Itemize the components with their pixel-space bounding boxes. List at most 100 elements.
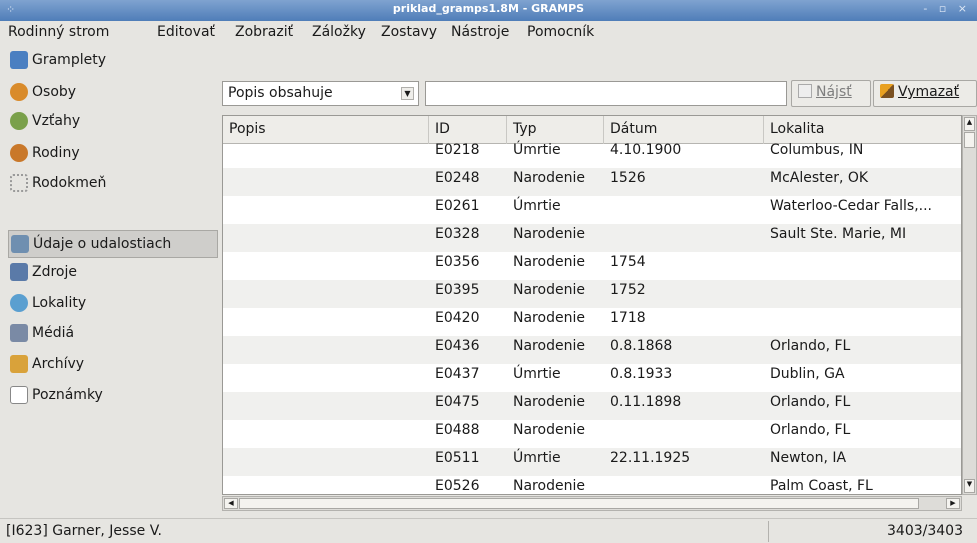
cell-lokalita: Palm Coast, FL xyxy=(770,478,873,494)
cell-id: E0328 xyxy=(435,226,480,242)
cell-typ: Úmrtie xyxy=(513,142,561,158)
cell-typ: Narodenie xyxy=(513,394,585,410)
vertical-scrollbar[interactable]: ▲ ▼ xyxy=(962,115,977,495)
sidebar-item-rodokmen[interactable]: Rodokmeň xyxy=(10,169,106,197)
cell-id: E0526 xyxy=(435,478,480,494)
cell-id: E0395 xyxy=(435,282,480,298)
menu-zostavy[interactable]: Zostavy xyxy=(381,24,437,40)
sidebar-item-media[interactable]: Médiá xyxy=(10,319,74,347)
cell-id: E0437 xyxy=(435,366,480,382)
cell-typ: Narodenie xyxy=(513,310,585,326)
cell-popis xyxy=(223,168,429,196)
sidebar-item-archivy[interactable]: Archívy xyxy=(10,350,84,378)
cell-id: E0218 xyxy=(435,142,480,158)
cell-id: E0356 xyxy=(435,254,480,270)
notes-icon xyxy=(10,386,28,404)
table-row[interactable]: E0248 Narodenie 1526 McAlester, OK xyxy=(223,168,961,196)
events-icon xyxy=(11,235,29,253)
cell-typ: Narodenie xyxy=(513,338,585,354)
table-row[interactable]: E0436 Narodenie 0.8.1868 Orlando, FL xyxy=(223,336,961,364)
sidebar-item-gramplety[interactable]: Gramplety xyxy=(10,46,106,74)
table-row[interactable]: E0420 Narodenie 1718 xyxy=(223,308,961,336)
cell-datum: 4.10.1900 xyxy=(610,142,682,158)
table-row[interactable]: E0218 Úmrtie 4.10.1900 Columbus, IN xyxy=(223,140,961,168)
scroll-down-icon[interactable]: ▼ xyxy=(964,479,975,493)
cell-datum xyxy=(604,224,764,252)
sidebar-item-label: Lokality xyxy=(32,295,87,311)
cell-datum xyxy=(604,196,764,224)
cell-datum: 0.8.1868 xyxy=(610,338,673,354)
table-row[interactable]: E0356 Narodenie 1754 xyxy=(223,252,961,280)
sidebar-item-label: Zdroje xyxy=(32,264,77,280)
sidebar-item-osoby[interactable]: Osoby xyxy=(10,78,76,106)
cell-datum xyxy=(604,476,764,494)
cell-datum: 1526 xyxy=(610,170,646,186)
table-row[interactable]: E0475 Narodenie 0.11.1898 Orlando, FL xyxy=(223,392,961,420)
cell-popis xyxy=(223,476,429,494)
cell-datum: 1754 xyxy=(610,254,646,270)
sidebar-item-label: Médiá xyxy=(32,325,75,341)
cell-datum: 0.8.1933 xyxy=(610,366,673,382)
cell-popis xyxy=(223,308,429,336)
table-row[interactable]: E0437 Úmrtie 0.8.1933 Dublin, GA xyxy=(223,364,961,392)
menu-zobrazit[interactable]: Zobraziť xyxy=(235,24,293,40)
cell-typ: Úmrtie xyxy=(513,366,561,382)
clear-button[interactable]: Vymazať xyxy=(873,80,977,107)
sidebar-item-udaje-o-udalostiach[interactable]: Údaje o udalostiach xyxy=(8,230,218,258)
search-input[interactable] xyxy=(425,81,787,106)
cell-popis xyxy=(223,196,429,224)
table-row[interactable]: E0261 Úmrtie Waterloo-Cedar Falls,... xyxy=(223,196,961,224)
scroll-left-icon[interactable]: ◀ xyxy=(224,498,238,509)
table-row[interactable]: E0488 Narodenie Orlando, FL xyxy=(223,420,961,448)
clear-button-label: Vymazať xyxy=(898,84,960,100)
sidebar-item-zdroje[interactable]: Zdroje xyxy=(10,258,77,286)
cell-lokalita xyxy=(764,280,961,308)
cell-popis xyxy=(223,252,429,280)
chevron-down-icon[interactable]: ▼ xyxy=(401,87,414,100)
table-row[interactable]: E0526 Narodenie Palm Coast, FL xyxy=(223,476,961,494)
cell-datum xyxy=(604,420,764,448)
cell-lokalita: Waterloo-Cedar Falls,... xyxy=(770,198,932,214)
sidebar-item-label: Údaje o udalostiach xyxy=(33,236,172,252)
table-row[interactable]: E0328 Narodenie Sault Ste. Marie, MI xyxy=(223,224,961,252)
sidebar-item-poznamky[interactable]: Poznámky xyxy=(10,381,103,409)
cell-popis xyxy=(223,392,429,420)
sidebar-item-label: Osoby xyxy=(32,84,77,100)
table-row[interactable]: E0395 Narodenie 1752 xyxy=(223,280,961,308)
filter-combo[interactable]: Popis obsahuje ▼ xyxy=(222,81,419,106)
table-row[interactable]: E0511 Úmrtie 22.11.1925 Newton, IA xyxy=(223,448,961,476)
cell-popis xyxy=(223,140,429,168)
menu-editovat[interactable]: Editovať xyxy=(157,24,215,40)
cell-lokalita: Dublin, GA xyxy=(770,366,845,382)
families-icon xyxy=(10,144,28,162)
places-icon xyxy=(10,294,28,312)
horizontal-scrollbar[interactable]: ◀ ▶ xyxy=(222,496,962,511)
window-controls[interactable]: - ▫ × xyxy=(923,2,971,15)
cell-lokalita: Sault Ste. Marie, MI xyxy=(770,226,907,242)
filter-combo-value: Popis obsahuje xyxy=(228,85,333,101)
cell-lokalita xyxy=(764,252,961,280)
cell-id: E0488 xyxy=(435,422,480,438)
cell-lokalita: Newton, IA xyxy=(770,450,847,466)
find-button[interactable]: Nájsť xyxy=(791,80,871,107)
sidebar-item-lokality[interactable]: Lokality xyxy=(10,289,86,317)
menu-nastroje[interactable]: Nástroje xyxy=(451,24,509,40)
menu-rodinny-strom[interactable]: Rodinný strom xyxy=(8,24,109,40)
cell-popis xyxy=(223,364,429,392)
cell-typ: Narodenie xyxy=(513,254,585,270)
window-titlebar[interactable]: ⁘ priklad_gramps1.8M - GRAMPS - ▫ × xyxy=(0,0,977,21)
vertical-scroll-thumb[interactable] xyxy=(964,132,975,148)
horizontal-scroll-thumb[interactable] xyxy=(239,498,919,509)
cell-datum: 1718 xyxy=(610,310,646,326)
menu-zalozky[interactable]: Záložky xyxy=(312,24,366,40)
sidebar-item-vztahy[interactable]: Vzťahy xyxy=(10,107,80,135)
window-title: priklad_gramps1.8M - GRAMPS xyxy=(392,2,585,15)
menu-pomocnik[interactable]: Pomocník xyxy=(527,24,594,40)
sidebar-item-rodiny[interactable]: Rodiny xyxy=(10,139,80,167)
cell-id: E0475 xyxy=(435,394,480,410)
cell-id: E0420 xyxy=(435,310,480,326)
cell-datum: 0.11.1898 xyxy=(610,394,682,410)
scroll-up-icon[interactable]: ▲ xyxy=(964,117,975,131)
scroll-right-icon[interactable]: ▶ xyxy=(946,498,960,509)
media-icon xyxy=(10,324,28,342)
